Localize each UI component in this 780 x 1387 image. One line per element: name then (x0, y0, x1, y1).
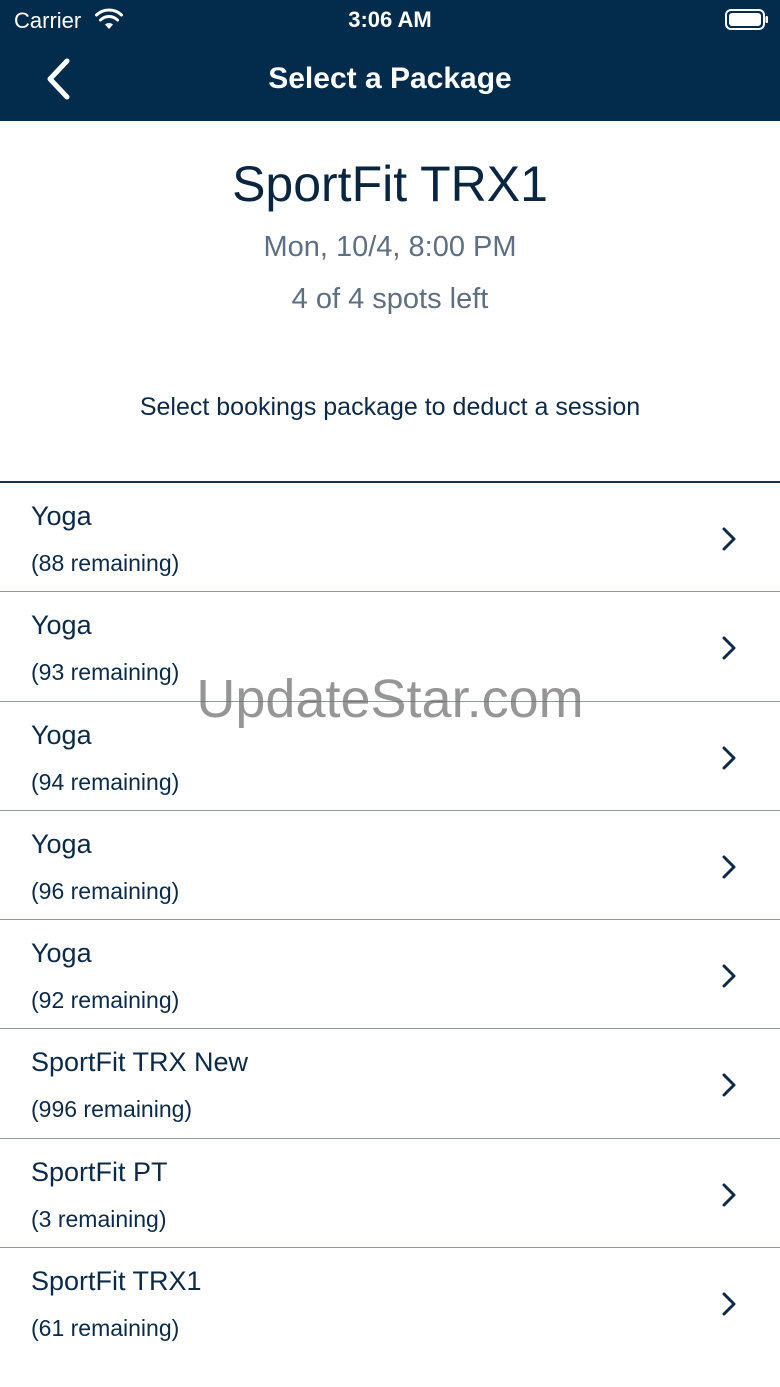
chevron-right-icon (722, 636, 736, 660)
class-datetime: Mon, 10/4, 8:00 PM (263, 231, 517, 263)
status-bar: Carrier 3:06 AM (0, 0, 780, 40)
class-info: SportFit TRX1 Mon, 10/4, 8:00 PM 4 of 4 … (0, 121, 780, 483)
chevron-right-icon (722, 1073, 736, 1097)
chevron-right-icon (722, 527, 736, 551)
nav-bar: Select a Package (0, 40, 780, 121)
chevron-right-icon (722, 1183, 736, 1207)
package-remaining: (996 remaining) (31, 1096, 193, 1123)
package-remaining: (94 remaining) (31, 768, 180, 795)
instruction-text: Select bookings package to deduct a sess… (139, 393, 641, 421)
package-name: Yoga (31, 938, 92, 969)
package-row[interactable]: SportFit TRX New (996 remaining) (0, 1029, 780, 1139)
package-name: SportFit TRX New (31, 1047, 249, 1078)
package-remaining: (96 remaining) (31, 877, 180, 904)
package-name: Yoga (31, 828, 92, 859)
chevron-right-icon (722, 964, 736, 988)
battery-icon (725, 9, 768, 30)
package-row[interactable]: Yoga (96 remaining) (0, 811, 780, 921)
package-remaining: (92 remaining) (31, 987, 180, 1014)
package-list: Yoga (88 remaining) Yoga (93 remaining) … (0, 483, 780, 1357)
package-remaining: (88 remaining) (31, 550, 180, 576)
package-row[interactable]: SportFit TRX1 (61 remaining) (0, 1248, 780, 1357)
package-name: Yoga (31, 719, 92, 750)
header: Carrier 3:06 AM Select a Package (0, 0, 780, 121)
package-row[interactable]: Yoga (93 remaining) (0, 592, 780, 702)
chevron-right-icon (722, 1292, 736, 1316)
class-name: SportFit TRX1 (232, 156, 548, 212)
package-remaining: (3 remaining) (31, 1205, 167, 1232)
package-row[interactable]: Yoga (94 remaining) (0, 702, 780, 811)
chevron-right-icon (722, 855, 736, 879)
package-row[interactable]: SportFit PT (3 remaining) (0, 1139, 780, 1249)
package-row[interactable]: Yoga (88 remaining) (0, 483, 780, 593)
status-time: 3:06 AM (348, 7, 432, 32)
package-remaining: (93 remaining) (31, 659, 180, 686)
package-remaining: (61 remaining) (31, 1315, 180, 1342)
package-row[interactable]: Yoga (92 remaining) (0, 920, 780, 1030)
package-name: Yoga (31, 610, 92, 641)
chevron-right-icon (722, 746, 736, 770)
page-title: Select a Package (268, 62, 512, 95)
package-name: SportFit PT (31, 1156, 168, 1187)
package-name: SportFit TRX1 (31, 1266, 202, 1297)
package-name: Yoga (31, 501, 92, 531)
spots-left: 4 of 4 spots left (291, 283, 489, 315)
